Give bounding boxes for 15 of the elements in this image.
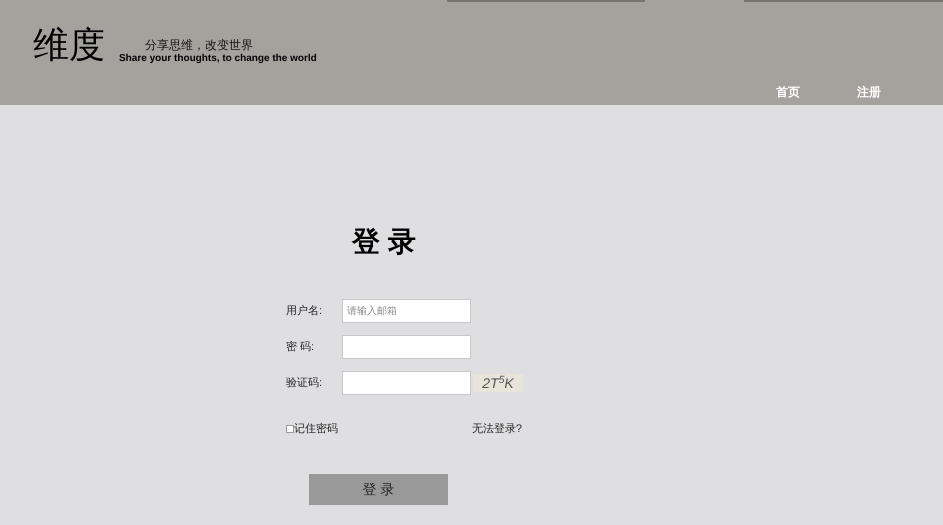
field-label: 验证码: [286,376,324,391]
input-field[interactable] [342,371,471,395]
login-button[interactable]: 登 录 [309,474,448,504]
login-title: 登 录 [352,225,417,259]
input-field[interactable]: 请输入邮箱 [342,299,471,323]
input-field[interactable] [342,335,471,359]
field-label: 密 码: [286,340,316,355]
remember-label: 记住密码 [294,422,338,437]
remember-checkbox[interactable] [286,425,294,434]
slogan-english: Share your thoughts, to change the world [119,52,317,66]
slogan: 分享思维，改变世界 [145,38,254,52]
captcha-image[interactable]: 2T$^{5}$K [473,374,523,392]
site-logo[interactable]: 维度 [33,26,105,105]
forgot-link[interactable]: 无法登录? [472,421,522,438]
field-label: 用户名: [286,304,324,319]
